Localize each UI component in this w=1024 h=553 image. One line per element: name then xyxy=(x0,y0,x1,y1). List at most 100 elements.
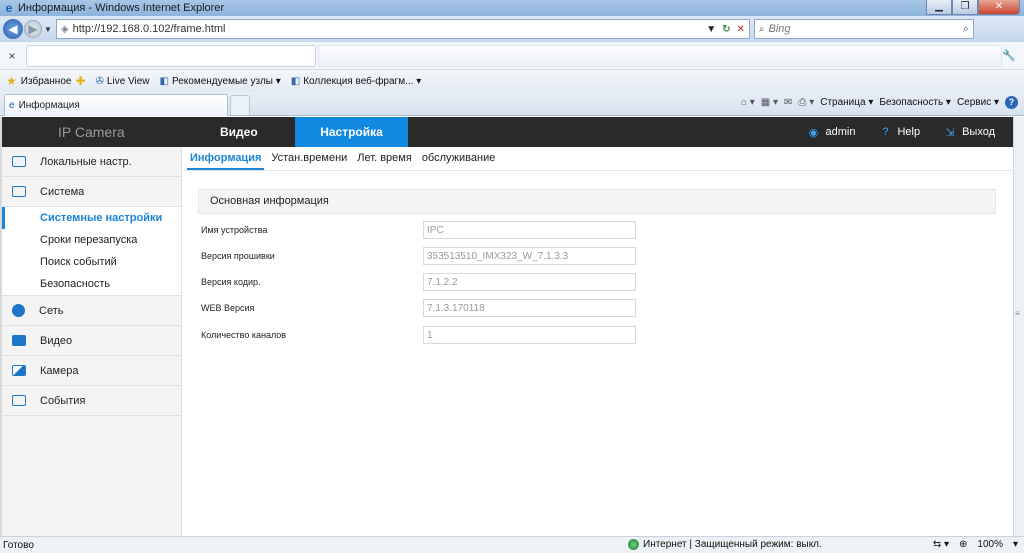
device-name-label: Имя устройства xyxy=(201,225,268,235)
status-text: Готово xyxy=(3,539,34,551)
logout-icon: ⇲ xyxy=(945,126,955,139)
sidebar-item-camera[interactable]: Камера xyxy=(2,356,181,386)
web-slice-icon: ◧ xyxy=(290,75,301,87)
close-bar-icon[interactable]: × xyxy=(4,49,20,63)
web-version-field[interactable] xyxy=(423,299,636,317)
fav-item-live-view[interactable]: ✇ Live View xyxy=(96,76,150,87)
sidebar-item-label: Сеть xyxy=(39,304,64,317)
sidebar-item-label: Локальные настр. xyxy=(40,155,132,168)
sidebar-item-local[interactable]: Локальные настр. xyxy=(2,147,181,177)
new-tab-button[interactable] xyxy=(230,95,250,115)
history-dropdown-icon[interactable]: ▼ xyxy=(44,25,52,34)
firmware-label: Версия прошивки xyxy=(201,251,275,261)
add-favorite-icon[interactable]: ✚ xyxy=(75,74,85,88)
sidebar-item-label: Система xyxy=(40,185,85,198)
browser-tab[interactable]: e Информация xyxy=(4,94,228,116)
form-row-channels: Количество каналов xyxy=(201,326,641,344)
sidebar-subitem-system-settings[interactable]: Системные настройки xyxy=(2,207,181,229)
tab-maintenance[interactable]: обслуживание xyxy=(419,146,499,170)
fav-label: Рекомендуемые узлы ▾ xyxy=(171,75,281,87)
safety-menu[interactable]: Безопасность ▾ xyxy=(879,97,951,108)
url-tools: ▼ ↻ ✕ xyxy=(706,24,749,35)
page-icon: ◈ xyxy=(60,23,69,35)
search-box: ⌕ ⌕ xyxy=(753,19,974,39)
favorites-bar: ★ Избранное ✚ ✇ Live View ◧ Рекомендуемы… xyxy=(0,70,1024,92)
web-page: IP Camera Видео Настройка ◉ admin ? Help… xyxy=(0,117,1013,536)
feeds-icon[interactable]: ▦ ▾ xyxy=(761,97,778,108)
events-icon xyxy=(12,395,26,406)
settings-content: Информация Устан.времени Лет. время обсл… xyxy=(183,147,1013,536)
stop-icon[interactable]: ✕ xyxy=(737,24,745,35)
section-title: Основная информация xyxy=(198,189,996,214)
help-link[interactable]: Help xyxy=(897,126,920,138)
find-bar: × 🔧 xyxy=(0,42,1024,70)
system-icon xyxy=(12,186,26,197)
favorites-button[interactable]: Избранное xyxy=(21,76,72,87)
search-icon[interactable]: ⌕ xyxy=(963,23,969,36)
firmware-field[interactable] xyxy=(423,247,636,265)
app-top-nav: IP Camera Видео Настройка ◉ admin ? Help… xyxy=(2,117,1013,147)
status-tools: ⇆ ▾ ⊕ 100% ▾ xyxy=(933,539,1018,550)
encoder-label: Версия кодир. xyxy=(201,277,261,287)
tab-dst[interactable]: Лет. время xyxy=(354,146,415,170)
nav-settings[interactable]: Настройка xyxy=(295,117,408,147)
find-toolbar-area xyxy=(318,44,1002,67)
settings-subtabs: Информация Устан.времени Лет. время обсл… xyxy=(183,147,1013,171)
user-name[interactable]: admin xyxy=(825,126,855,138)
search-input[interactable] xyxy=(768,23,939,35)
zoom-icon[interactable]: ⊕ xyxy=(959,539,967,550)
fav-item-web-slices[interactable]: ◧ Коллекция веб-фрагм... ▾ xyxy=(291,76,421,87)
window-title: Информация - Windows Internet Explorer xyxy=(18,2,225,14)
sidebar-subitem-security[interactable]: Безопасность xyxy=(2,273,181,295)
sidebar-item-video[interactable]: Видео xyxy=(2,326,181,356)
tab-row: e Информация ⌂ ▾ ▦ ▾ ✉ ⎙ ▾ Страница ▾ Бе… xyxy=(0,92,1024,116)
url-text[interactable]: http://192.168.0.102/frame.html xyxy=(73,23,707,35)
minimize-button[interactable]: ▁ xyxy=(926,0,952,15)
print-icon[interactable]: ⎙ ▾ xyxy=(798,97,814,108)
zoom-dropdown-icon[interactable]: ▾ xyxy=(1013,539,1018,550)
suggested-sites-icon: ◧ xyxy=(159,75,169,87)
page-scrollbar[interactable]: ≡ xyxy=(1013,117,1024,536)
scrollbar-grip-icon[interactable]: ≡ xyxy=(1015,309,1020,318)
brand-logo: IP Camera xyxy=(58,124,125,140)
tools-menu[interactable]: Сервис ▾ xyxy=(957,97,999,108)
sidebar-item-system[interactable]: Система xyxy=(2,177,181,207)
sidebar-subitem-reboot-schedule[interactable]: Сроки перезапуска xyxy=(2,229,181,251)
web-version-label: WEB Версия xyxy=(201,303,255,313)
address-toolbar: ◀ ▶ ▼ ◈ http://192.168.0.102/frame.html … xyxy=(0,16,1024,42)
close-window-button[interactable]: ✕ xyxy=(978,0,1020,15)
image-icon xyxy=(12,365,26,376)
page-menu[interactable]: Страница ▾ xyxy=(820,97,873,108)
form-row-firmware: Версия прошивки xyxy=(201,247,641,265)
favorites-star-icon: ★ xyxy=(6,74,17,88)
restore-button[interactable]: ❐ xyxy=(952,0,978,15)
logout-link[interactable]: Выход xyxy=(962,126,995,138)
refresh-icon[interactable]: ↻ xyxy=(722,24,730,35)
forward-button[interactable]: ▶ xyxy=(24,20,42,38)
nav-video[interactable]: Видео xyxy=(220,117,258,147)
channels-field[interactable] xyxy=(423,326,636,344)
back-button[interactable]: ◀ xyxy=(3,19,23,39)
wrench-icon[interactable]: 🔧 xyxy=(1002,49,1016,62)
form-row-encoder: Версия кодир. xyxy=(201,273,641,291)
device-name-field[interactable] xyxy=(423,221,636,239)
help-icon[interactable]: ? xyxy=(1005,96,1018,109)
fav-item-suggested-sites[interactable]: ◧ Рекомендуемые узлы ▾ xyxy=(160,76,281,87)
encoder-field[interactable] xyxy=(423,273,636,291)
address-field[interactable]: ◈ http://192.168.0.102/frame.html ▼ ↻ ✕ xyxy=(55,19,750,39)
tab-time-settings[interactable]: Устан.времени xyxy=(268,146,350,170)
sidebar-subitem-event-search[interactable]: Поиск событий xyxy=(2,251,181,273)
sidebar-item-events[interactable]: События xyxy=(2,386,181,416)
protected-mode-icon[interactable]: ⇆ ▾ xyxy=(933,539,949,550)
system-submenu: Системные настройки Сроки перезапуска По… xyxy=(2,207,181,296)
mail-icon[interactable]: ✉ xyxy=(784,97,792,108)
zoom-level[interactable]: 100% xyxy=(977,539,1003,550)
search-provider-icon: ⌕ xyxy=(758,23,765,35)
find-field[interactable] xyxy=(26,44,316,67)
user-nav: ◉ admin ? Help ⇲ Выход xyxy=(807,117,995,147)
tab-information[interactable]: Информация xyxy=(187,146,265,170)
security-zone[interactable]: Интернет | Защищенный режим: выкл. xyxy=(628,539,822,550)
url-dropdown-icon[interactable]: ▼ xyxy=(706,24,716,35)
home-icon[interactable]: ⌂ ▾ xyxy=(741,97,755,108)
sidebar-item-network[interactable]: Сеть xyxy=(2,296,181,326)
